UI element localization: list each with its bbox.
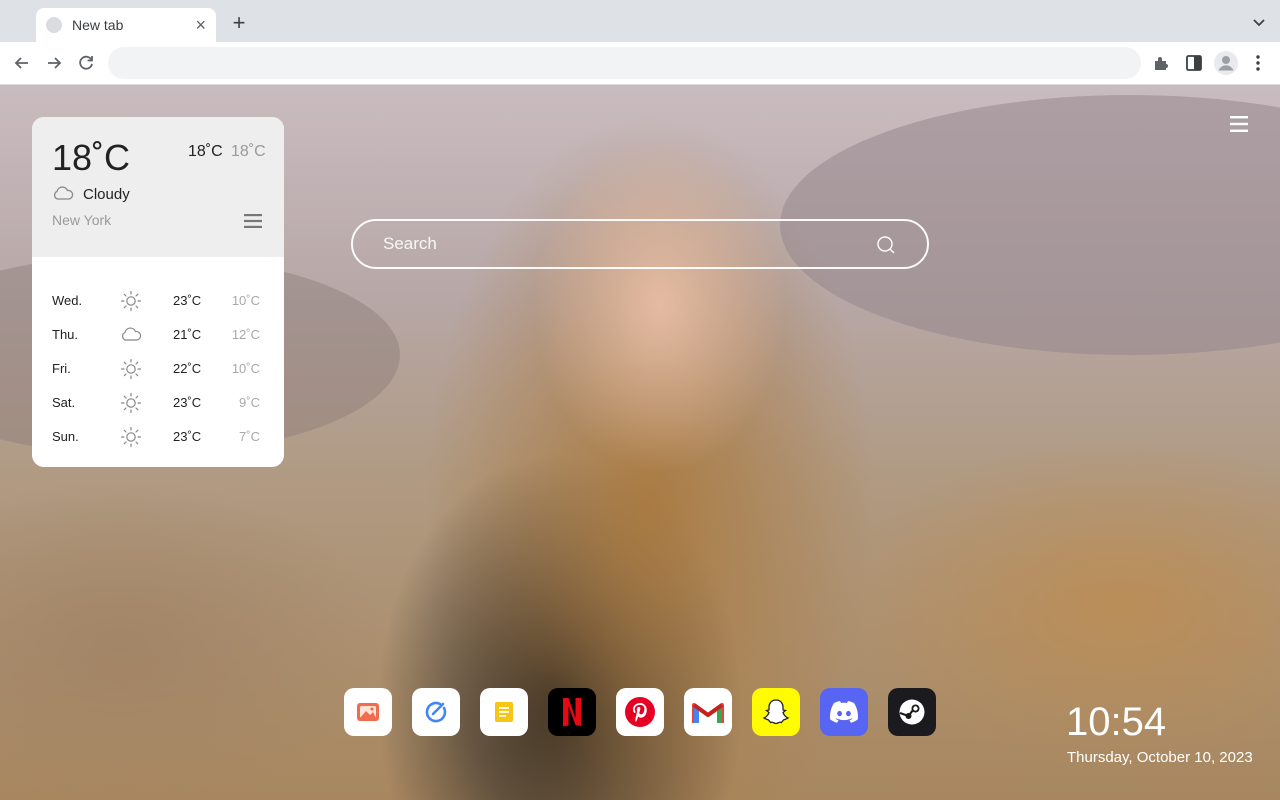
forecast-day: Wed. [52,293,83,308]
pinterest-glyph-icon [625,697,655,727]
sun-icon [120,290,142,312]
forecast-row: Thu. 21˚C 12˚C [32,319,284,353]
clock-time: 10:54 [1066,700,1167,744]
search-icon[interactable] [875,234,897,256]
discord-glyph-icon [830,701,858,723]
forecast-low: 9˚C [239,395,260,410]
forecast-high: 21˚C [173,327,202,342]
sun-icon [120,392,142,414]
weather-forecast-list: Wed. 23˚C 10˚C Thu. 21˚C 12˚C Fri. 22˚C … [32,257,284,455]
new-tab-button[interactable]: + [228,12,250,34]
extensions-puzzle-icon[interactable] [1151,52,1173,74]
tab-new-tab[interactable]: New tab × [36,8,216,42]
gallery-app-icon[interactable] [344,688,392,736]
more-menu-icon[interactable] [1247,52,1269,74]
today-low-temperature: 18˚C [231,143,266,160]
forecast-row: Wed. 23˚C 10˚C [32,285,284,319]
tab-title: New tab [72,17,124,33]
weather-menu-icon[interactable] [244,214,262,228]
forecast-high: 23˚C [173,429,202,444]
new-tab-page: 18˚C 18˚C 18˚C Cloudy New York Wed. 23˚C… [0,85,1280,800]
profile-avatar-icon[interactable] [1214,51,1238,75]
forward-arrow-icon[interactable] [43,52,65,74]
forecast-high: 23˚C [173,395,202,410]
today-high-temperature: 18˚C [188,143,223,160]
forecast-low: 12˚C [231,327,260,342]
hamburger-menu-icon[interactable] [1228,115,1250,133]
cloud-icon [53,186,74,200]
clock-date: Thursday, October 10, 2023 [1067,749,1253,766]
forecast-day: Sun. [52,429,79,444]
netflix-app-icon[interactable] [548,688,596,736]
favicon-icon [46,17,62,33]
tasks-app-icon[interactable] [412,688,460,736]
netflix-glyph-icon [563,698,581,727]
forecast-row: Sun. 23˚C 7˚C [32,421,284,455]
notes-app-icon[interactable] [480,688,528,736]
tab-search-chevron-icon[interactable] [1252,16,1266,30]
forecast-high: 22˚C [173,361,202,376]
current-temperature: 18˚C [52,137,131,178]
gmail-app-icon[interactable] [684,688,732,736]
weather-widget: 18˚C 18˚C 18˚C Cloudy New York Wed. 23˚C… [32,117,284,467]
discord-app-icon[interactable] [820,688,868,736]
forecast-day: Sat. [52,395,76,410]
snapchat-ghost-icon [762,699,790,725]
tab-strip: New tab × + [0,0,1280,42]
notes-glyph-icon [495,702,513,722]
tasks-glyph-icon [425,701,447,723]
forecast-low: 10˚C [231,361,260,376]
forecast-row: Fri. 22˚C 10˚C [32,353,284,387]
sun-icon [120,426,142,448]
gmail-glyph-icon [692,703,724,723]
close-tab-icon[interactable]: × [195,16,206,34]
address-bar-input[interactable] [108,47,1141,79]
forecast-low: 10˚C [231,293,260,308]
steam-app-icon[interactable] [888,688,936,736]
forecast-low: 7˚C [239,429,260,444]
reload-icon[interactable] [75,52,97,74]
forecast-row: Sat. 23˚C 9˚C [32,387,284,421]
search-input[interactable] [353,221,853,267]
forecast-day: Fri. [52,361,71,376]
sun-icon [120,358,142,380]
pinterest-app-icon[interactable] [616,688,664,736]
back-arrow-icon[interactable] [11,52,33,74]
search-box [351,219,929,269]
steam-glyph-icon [899,699,925,725]
side-panel-icon[interactable] [1183,52,1205,74]
weather-city: New York [52,212,112,228]
gallery-glyph-icon [357,703,379,721]
snapchat-app-icon[interactable] [752,688,800,736]
weather-condition: Cloudy [83,186,130,203]
cloud-icon [122,327,142,341]
forecast-day: Thu. [52,327,79,342]
forecast-high: 23˚C [173,293,202,308]
browser-toolbar [0,42,1280,85]
weather-current: 18˚C 18˚C 18˚C Cloudy New York [32,117,284,257]
